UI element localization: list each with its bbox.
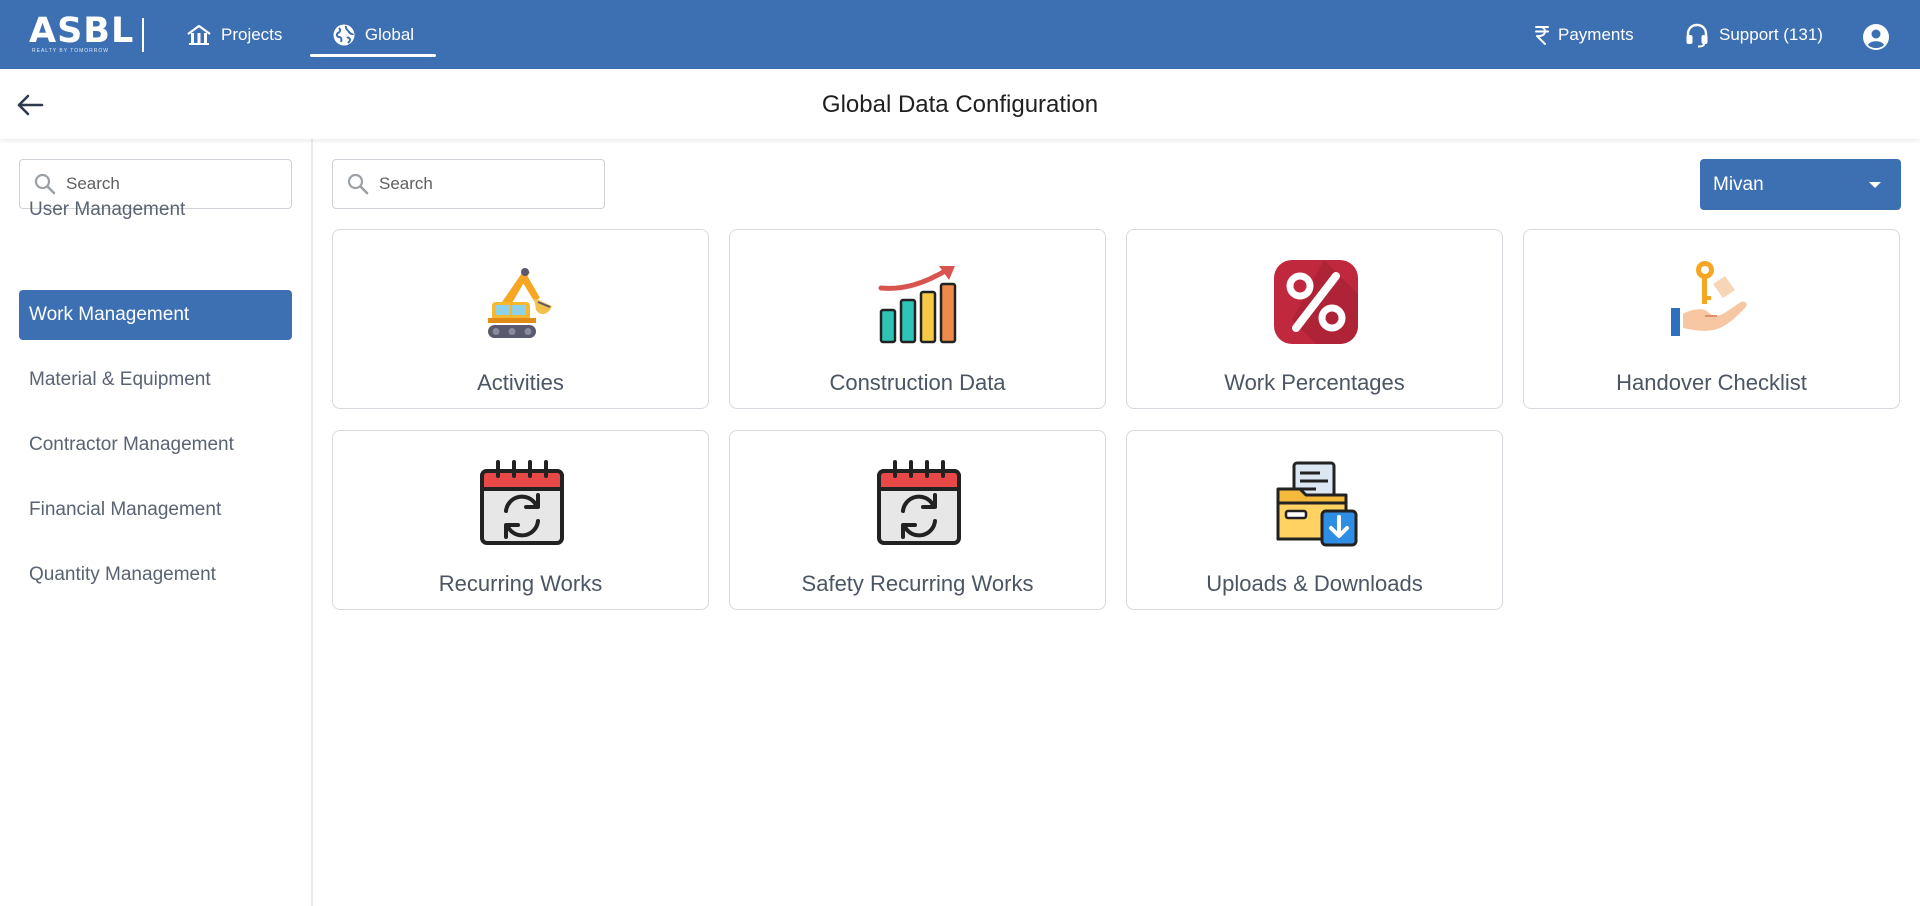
sidebar-item-user-management[interactable]: User Management (19, 185, 292, 235)
page-header: Global Data Configuration (0, 69, 1920, 139)
card-handover-checklist[interactable]: Handover Checklist (1523, 229, 1900, 409)
globe-icon (333, 24, 355, 46)
recurring-calendar-icon (875, 459, 963, 547)
nav-global-label: Global (364, 25, 415, 44)
nav-support[interactable]: Support (131) (1684, 16, 1823, 54)
card-activities[interactable]: Activities (332, 229, 709, 409)
folder-download-icon (1272, 459, 1360, 547)
card-label: Activities (477, 370, 564, 395)
percent-icon (1272, 258, 1360, 346)
building-icon (187, 24, 211, 45)
sidebar-item-material-equipment[interactable]: Material & Equipment (19, 355, 292, 405)
main-search[interactable] (332, 159, 605, 209)
excavator-icon (478, 258, 566, 346)
project-type-dropdown[interactable]: Mivan (1700, 159, 1901, 210)
sidebar-item-contractor-management[interactable]: Contractor Management (19, 420, 292, 470)
rupee-icon (1535, 26, 1549, 45)
recurring-calendar-icon (478, 459, 566, 547)
sidebar-item-work-management[interactable]: Work Management (19, 290, 292, 340)
search-icon (347, 173, 369, 195)
card-label: Uploads & Downloads (1206, 571, 1423, 596)
sidebar-item-label: Quantity Management (29, 564, 216, 585)
card-label: Construction Data (829, 370, 1006, 395)
sidebar-item-label: Material & Equipment (29, 369, 211, 390)
logo-text: ASBL (29, 10, 135, 51)
nav-payments[interactable]: Payments (1535, 16, 1634, 54)
sidebar: User Management Work Management Material… (0, 139, 313, 906)
sidebar-item-quantity-management[interactable]: Quantity Management (19, 550, 292, 600)
card-label: Handover Checklist (1616, 370, 1807, 395)
nav-support-label: Support (131) (1719, 25, 1823, 44)
headset-icon (1686, 23, 1708, 48)
sidebar-item-financial-management[interactable]: Financial Management (19, 485, 292, 535)
card-label: Safety Recurring Works (801, 571, 1034, 596)
card-label: Recurring Works (438, 571, 603, 596)
user-account-icon (1863, 24, 1889, 50)
card-construction-data[interactable]: Construction Data (729, 229, 1106, 409)
card-work-percentages[interactable]: Work Percentages (1126, 229, 1503, 409)
nav-projects-label: Projects (221, 25, 283, 44)
card-label: Work Percentages (1224, 370, 1405, 395)
card-recurring-works[interactable]: Recurring Works (332, 430, 709, 610)
page-title: Global Data Configuration (821, 91, 1099, 118)
nav-global[interactable]: Global (310, 16, 436, 54)
sidebar-item-label: Work Management (29, 304, 190, 325)
nav-projects[interactable]: Projects (186, 16, 282, 54)
key-handover-icon (1669, 258, 1757, 346)
growth-chart-icon (875, 258, 963, 346)
nav-payments-label: Payments (1558, 25, 1634, 44)
main-search-input[interactable] (379, 174, 569, 194)
top-nav: ASBL REALTY BY TOMORROW Projects Global … (0, 0, 1920, 69)
logo-divider (142, 18, 144, 52)
logo-tagline: REALTY BY TOMORROW (32, 47, 109, 54)
dropdown-selected-value: Mivan (1713, 173, 1764, 195)
nav-active-indicator (310, 54, 436, 57)
sidebar-item-label: Contractor Management (29, 434, 234, 455)
asbl-logo[interactable]: ASBL REALTY BY TOMORROW (29, 10, 135, 54)
chevron-down-icon (1869, 181, 1881, 188)
sidebar-item-label: User Management (29, 199, 186, 220)
card-uploads-downloads[interactable]: Uploads & Downloads (1126, 430, 1503, 610)
sidebar-item-label: Financial Management (29, 499, 222, 520)
card-safety-recurring-works[interactable]: Safety Recurring Works (729, 430, 1106, 610)
account-button[interactable] (1862, 18, 1899, 56)
